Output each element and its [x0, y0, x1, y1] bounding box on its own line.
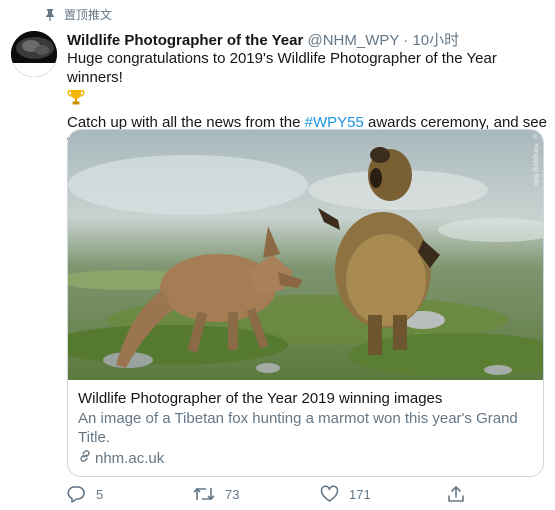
card-description: An image of a Tibetan fox hunting a marm… — [78, 410, 518, 446]
retweet-count: 73 — [225, 486, 240, 502]
author-name[interactable]: Wildlife Photographer of the Year — [67, 32, 303, 49]
trophy-icon — [67, 88, 85, 111]
tweet-header: Wildlife Photographer of the Year @NHM_W… — [67, 29, 459, 50]
retweet-icon — [193, 485, 215, 503]
card-image[interactable]: © Yongqing Bao — [68, 130, 543, 380]
tweet-time[interactable]: 10小时 — [412, 32, 459, 49]
card-domain-text: nhm.ac.uk — [95, 450, 165, 467]
card-domain: nhm.ac.uk — [78, 449, 532, 468]
share-icon — [447, 485, 465, 503]
card-body: Wildlife Photographer of the Year 2019 w… — [68, 380, 543, 468]
like-count: 171 — [349, 486, 371, 502]
pinned-indicator: 置顶推文 — [44, 6, 112, 23]
retweet-button[interactable]: 73 — [193, 485, 239, 503]
tweet-line1: Huge congratulations to 2019's Wildlife … — [67, 50, 497, 86]
reply-count: 5 — [96, 486, 104, 502]
share-button[interactable] — [447, 485, 465, 503]
pinned-label: 置顶推文 — [64, 8, 113, 22]
header-separator: · — [403, 32, 409, 49]
like-button[interactable]: 171 — [320, 485, 371, 503]
reply-button[interactable]: 5 — [67, 485, 103, 503]
link-card[interactable]: © Yongqing Bao Wildlife Photographer of … — [67, 129, 544, 477]
pin-icon — [44, 8, 56, 21]
like-icon — [320, 485, 339, 503]
author-handle[interactable]: @NHM_WPY — [307, 32, 399, 49]
link-icon — [78, 449, 92, 468]
reply-icon — [67, 485, 86, 503]
image-credit: © Yongqing Bao — [532, 134, 539, 187]
tweet-actions: 5 73 171 — [67, 485, 487, 505]
card-title: Wildlife Photographer of the Year 2019 w… — [78, 390, 443, 407]
avatar[interactable] — [11, 31, 57, 77]
